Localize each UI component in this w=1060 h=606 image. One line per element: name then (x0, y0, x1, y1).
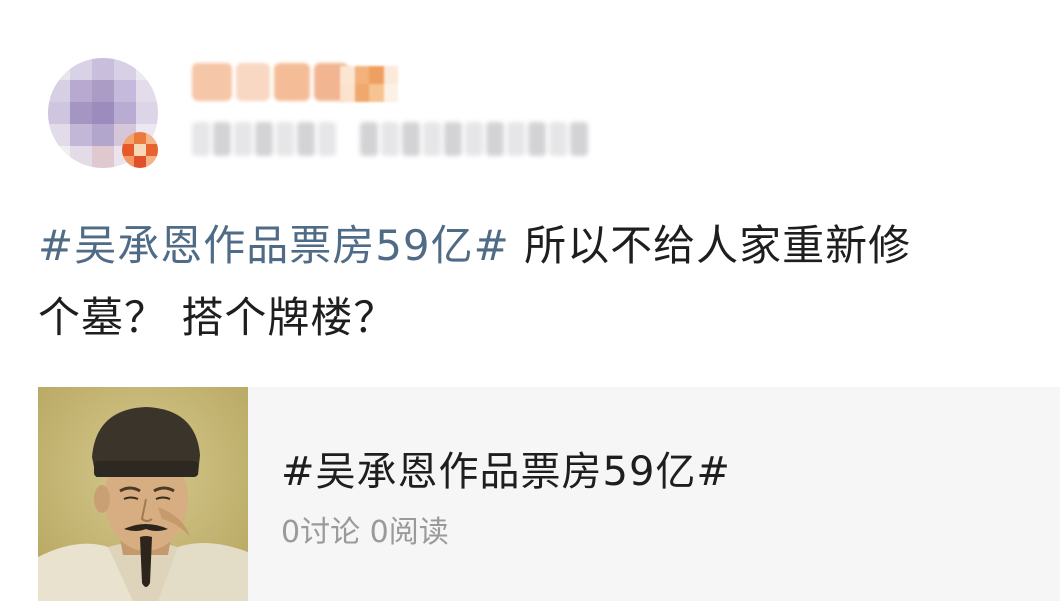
avatar[interactable] (48, 58, 158, 168)
reads-label: 阅读 (388, 515, 449, 550)
username[interactable] (192, 62, 348, 102)
hashtag-link[interactable]: #吴承恩作品票房59亿# (38, 221, 510, 270)
topic-stats: 0讨论 0阅读 (281, 507, 449, 551)
verified-badge-icon (122, 132, 158, 168)
discussions-label: 讨论 (300, 515, 361, 550)
post-body-line1: 所以不给人家重新修 (509, 221, 912, 270)
reads-count: 0 (369, 515, 389, 550)
portrait-thumbnail (38, 387, 248, 601)
post-text: #吴承恩作品票房59亿# 所以不给人家重新修 个墓？ 搭个牌楼？ (38, 210, 1048, 354)
topic-title[interactable]: #吴承恩作品票房59亿# (281, 439, 731, 497)
post-body-line2: 个墓？ 搭个牌楼？ (38, 293, 397, 342)
user-tag-icon (340, 66, 398, 102)
discussions-count: 0 (281, 515, 301, 550)
topic-card[interactable]: #吴承恩作品票房59亿# 0讨论 0阅读 (38, 387, 1060, 601)
post-meta (192, 120, 588, 158)
